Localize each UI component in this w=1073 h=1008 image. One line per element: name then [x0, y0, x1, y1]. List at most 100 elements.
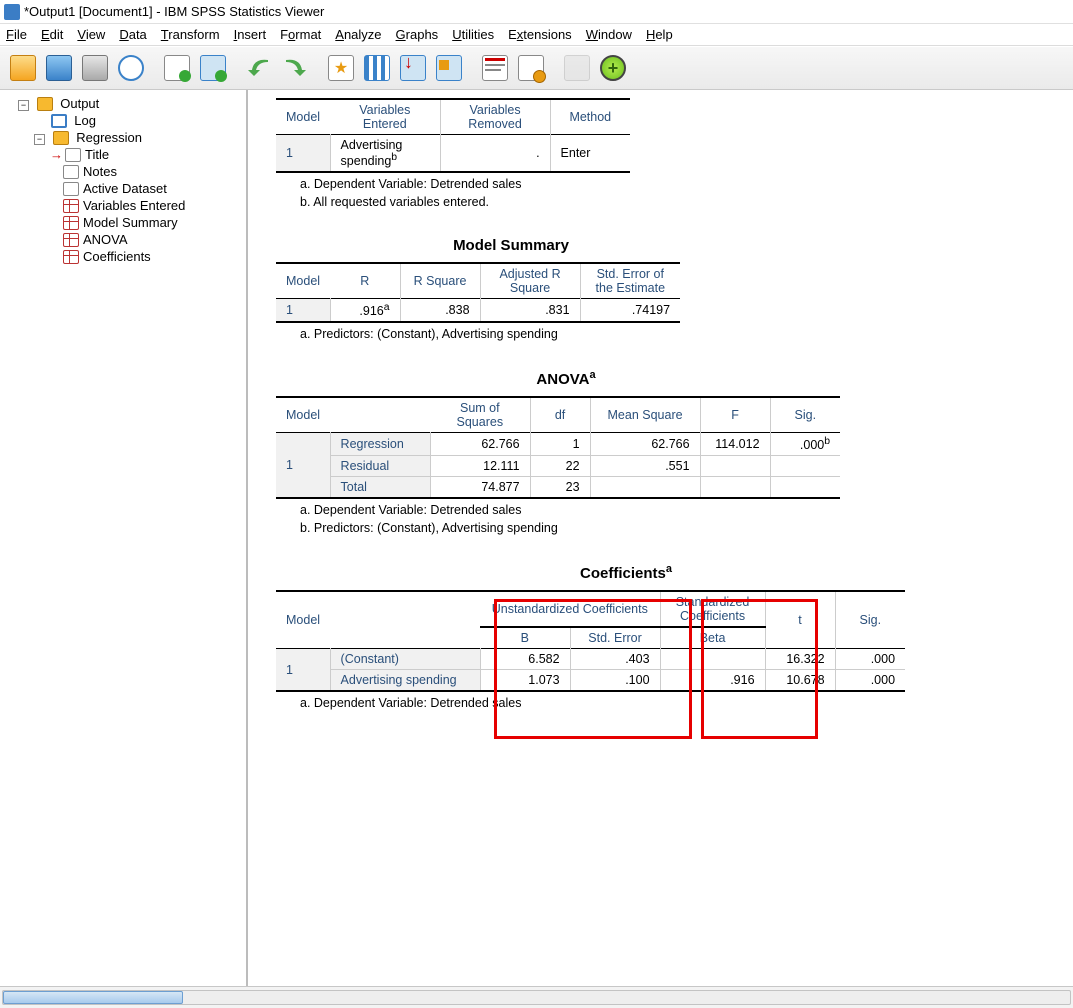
horizontal-scrollbar[interactable] — [2, 990, 1071, 1005]
col-b: B — [480, 627, 570, 649]
collapse-icon[interactable]: − — [34, 134, 45, 145]
cell-entered: Advertising spendingb — [330, 135, 440, 173]
cell-cat: Residual — [330, 456, 430, 477]
cell-model: 1 — [276, 433, 330, 499]
col-var-entered: Variables Entered — [330, 99, 440, 135]
cell-term: (Constant) — [330, 649, 480, 670]
col-group-std: Standardized Coefficients — [660, 591, 765, 627]
collapse-icon[interactable]: − — [18, 100, 29, 111]
insert-text-button[interactable] — [478, 51, 512, 85]
print-button[interactable] — [78, 51, 112, 85]
cell-beta — [660, 649, 765, 670]
tree-output[interactable]: Output — [60, 96, 99, 111]
col-group-unstd: Unstandardized Coefficients — [480, 591, 660, 627]
cell-se: .100 — [570, 670, 660, 692]
output-viewer[interactable]: Model Variables Entered Variables Remove… — [248, 90, 1073, 986]
menu-insert[interactable]: Insert — [234, 27, 267, 42]
dialog-recall-button[interactable] — [196, 51, 230, 85]
col-method: Method — [550, 99, 630, 135]
col-sig: Sig. — [770, 397, 840, 433]
col-r2: R Square — [400, 263, 480, 299]
footnote: a. Predictors: (Constant), Advertising s… — [276, 327, 1057, 341]
tree-notes[interactable]: Notes — [83, 164, 117, 179]
variables-entered-table[interactable]: Model Variables Entered Variables Remove… — [276, 98, 630, 173]
tree-model-summary[interactable]: Model Summary — [83, 215, 178, 230]
col-var-removed: Variables Removed — [440, 99, 550, 135]
cell-sig: .000b — [770, 433, 840, 456]
goto-case-button[interactable]: ★ — [324, 51, 358, 85]
menu-analyze[interactable]: Analyze — [335, 27, 381, 42]
menu-window[interactable]: Window — [586, 27, 632, 42]
selection-arrow-icon: → — [50, 147, 63, 162]
col-see: Std. Error of the Estimate — [580, 263, 680, 299]
cell-r: .916a — [330, 299, 400, 323]
menu-help[interactable]: Help — [646, 27, 673, 42]
save-button[interactable] — [42, 51, 76, 85]
cell-b: 1.073 — [480, 670, 570, 692]
col-se: Std. Error — [570, 627, 660, 649]
footnote: a. Dependent Variable: Detrended sales — [276, 696, 1057, 710]
scrollbar-thumb[interactable] — [3, 991, 183, 1004]
insert-title-button[interactable] — [514, 51, 548, 85]
menu-edit[interactable]: Edit — [41, 27, 63, 42]
menu-format[interactable]: Format — [280, 27, 321, 42]
add-button[interactable]: + — [596, 51, 630, 85]
status-bar — [0, 986, 1073, 1008]
menu-extensions[interactable]: Extensions — [508, 27, 572, 42]
cell-sig: .000 — [835, 649, 905, 670]
col-ar2: Adjusted R Square — [480, 263, 580, 299]
print-preview-button[interactable] — [114, 51, 148, 85]
col-source — [330, 397, 430, 433]
cell-model: 1 — [276, 299, 330, 323]
footnote: a. Dependent Variable: Detrended sales — [276, 177, 1057, 191]
window-title: *Output1 [Document1] - IBM SPSS Statisti… — [24, 4, 324, 19]
cell-term: Advertising spending — [330, 670, 480, 692]
cell-ms — [590, 477, 700, 499]
anova-title: ANOVAa — [276, 369, 856, 388]
tree-anova[interactable]: ANOVA — [83, 232, 128, 247]
col-term — [330, 591, 480, 649]
cell-t: 16.322 — [765, 649, 835, 670]
undo-button[interactable] — [242, 51, 276, 85]
tree-variables-entered[interactable]: Variables Entered — [83, 198, 185, 213]
cell-f — [700, 456, 770, 477]
menu-data[interactable]: Data — [119, 27, 146, 42]
col-r: R — [330, 263, 400, 299]
anova-table[interactable]: Model Sum of Squares df Mean Square F Si… — [276, 396, 840, 499]
table-icon — [63, 199, 79, 213]
menu-view[interactable]: View — [77, 27, 105, 42]
cell-removed: . — [440, 135, 550, 173]
cell-sig — [770, 477, 840, 499]
footnote: a. Dependent Variable: Detrended sales — [276, 503, 1057, 517]
cell-ms: 62.766 — [590, 433, 700, 456]
tree-active-dataset[interactable]: Active Dataset — [83, 181, 167, 196]
regression-icon — [53, 131, 69, 145]
cell-method: Enter — [550, 135, 630, 173]
col-df: df — [530, 397, 590, 433]
menu-transform[interactable]: Transform — [161, 27, 220, 42]
model-summary-title: Model Summary — [276, 237, 746, 254]
output-icon — [37, 97, 53, 111]
cell-beta: .916 — [660, 670, 765, 692]
coefficients-table[interactable]: Model Unstandardized Coefficients Standa… — [276, 590, 905, 692]
select-cases-button[interactable] — [432, 51, 466, 85]
cell-cat: Total — [330, 477, 430, 499]
tree-regression[interactable]: Regression — [76, 130, 142, 145]
tree-title[interactable]: Title — [85, 147, 109, 162]
menu-graphs[interactable]: Graphs — [396, 27, 439, 42]
toolbar: ★ ↓ + — [0, 46, 1073, 90]
export-button[interactable] — [160, 51, 194, 85]
log-icon — [51, 114, 67, 128]
redo-button[interactable] — [278, 51, 312, 85]
tree-log[interactable]: Log — [74, 113, 96, 128]
outline-tree[interactable]: − Output Log − Regression → Title — [0, 90, 248, 986]
open-button[interactable] — [6, 51, 40, 85]
menu-file[interactable]: File — [6, 27, 27, 42]
model-summary-table[interactable]: Model R R Square Adjusted R Square Std. … — [276, 262, 680, 323]
goto-variable-button[interactable] — [360, 51, 394, 85]
menu-utilities[interactable]: Utilities — [452, 27, 494, 42]
designer-button — [560, 51, 594, 85]
variables-button[interactable]: ↓ — [396, 51, 430, 85]
tree-coefficients[interactable]: Coefficients — [83, 249, 151, 264]
table-icon — [63, 216, 79, 230]
